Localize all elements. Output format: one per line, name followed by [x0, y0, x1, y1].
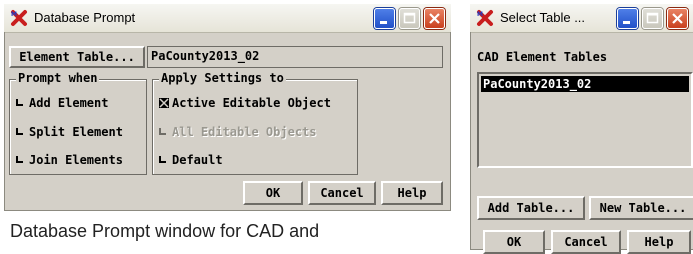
checkbox-icon [16, 156, 23, 163]
checkbox-label: Active Editable Object [172, 96, 331, 110]
checkbox-label: Default [172, 153, 223, 167]
ok-button[interactable]: OK [243, 181, 303, 205]
minimize-button[interactable] [617, 8, 638, 29]
cad-element-tables-label: CAD Element Tables [477, 50, 608, 64]
maximize-button[interactable] [399, 8, 420, 29]
tables-listbox[interactable]: PaCounty2013_02 [477, 72, 693, 168]
help-button[interactable]: Help [627, 230, 691, 254]
prompt-when-label: Prompt when [16, 71, 100, 85]
checkbox-icon [16, 128, 23, 135]
close-button[interactable] [424, 8, 445, 29]
element-table-button[interactable]: Element Table... [9, 46, 145, 68]
ok-button[interactable]: OK [483, 230, 545, 254]
minimize-button[interactable] [374, 8, 395, 29]
app-icon: M [477, 10, 493, 26]
db-prompt-titlebar[interactable]: M Database Prompt [4, 4, 451, 33]
db-prompt-title: Database Prompt [34, 10, 136, 25]
apply-settings-group: Apply Settings to Active Editable Object… [152, 71, 358, 175]
add-table-button[interactable]: Add Table... [477, 196, 585, 220]
close-button[interactable] [667, 8, 688, 29]
apply-settings-label: Apply Settings to [159, 71, 286, 85]
checkbox-icon [159, 128, 166, 135]
svg-text:M: M [477, 11, 483, 18]
checked-box-icon [159, 98, 169, 108]
select-table-titlebar[interactable]: M Select Table ... [470, 4, 693, 33]
checkbox-icon [159, 156, 166, 163]
prompt-when-group: Prompt when Add Element Split Element Jo… [9, 71, 147, 175]
select-table-body: CAD Element Tables PaCounty2013_02 Add T… [470, 32, 693, 254]
element-table-field[interactable]: PaCounty2013_02 [147, 46, 443, 68]
checkbox-label: Join Elements [29, 153, 123, 167]
maximize-button[interactable] [642, 8, 663, 29]
help-button[interactable]: Help [381, 181, 443, 205]
checkbox-label: Add Element [29, 96, 109, 110]
database-prompt-window: M Database Prompt Element Table... PaCou… [4, 4, 451, 211]
svg-text:M: M [11, 11, 17, 18]
cancel-button[interactable]: Cancel [551, 230, 621, 254]
new-table-button[interactable]: New Table... [589, 196, 693, 220]
list-item[interactable]: PaCounty2013_02 [481, 76, 689, 92]
select-table-title: Select Table ... [500, 10, 586, 25]
checkbox-icon [16, 99, 23, 106]
caption-text: Database Prompt window for CAD and [10, 221, 320, 241]
checkbox-label: Split Element [29, 125, 123, 139]
app-icon: M [11, 10, 27, 26]
cancel-button[interactable]: Cancel [308, 181, 376, 205]
select-table-window: M Select Table ... CAD Element Tables Pa… [470, 4, 693, 254]
checkbox-label: All Editable Objects [172, 125, 317, 139]
db-prompt-body: Element Table... PaCounty2013_02 Prompt … [4, 32, 451, 211]
